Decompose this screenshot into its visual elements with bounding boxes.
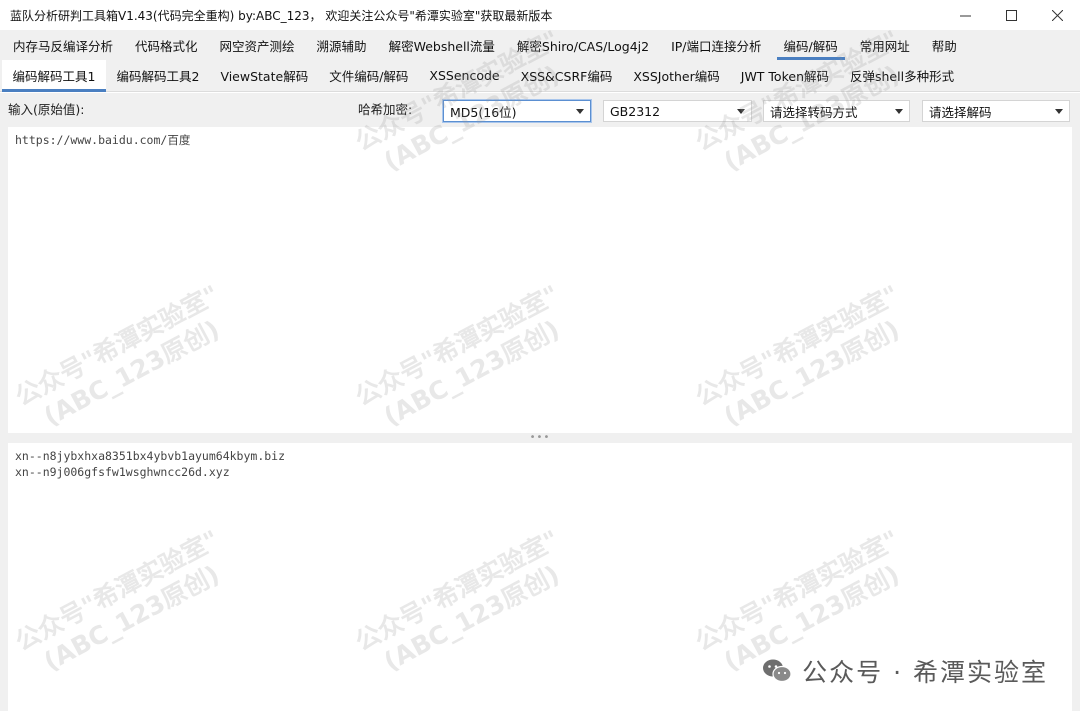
options-bar: 输入(原始值): 哈希加密: MD5(16位) GB2312 请选择转码方式 请…	[0, 93, 1080, 127]
brand-badge: 公众号 · 希潭实验室	[762, 653, 1048, 689]
menu-traceback[interactable]: 溯源辅助	[306, 30, 378, 60]
charset-select-value: GB2312	[610, 103, 661, 119]
menu-memshell-decompile[interactable]: 内存马反编译分析	[2, 30, 124, 60]
tab-codec-tool-2[interactable]: 编码解码工具2	[106, 60, 210, 91]
brand-text: 公众号 · 希潭实验室	[802, 658, 1048, 687]
menu-code-format[interactable]: 代码格式化	[124, 30, 209, 60]
wechat-icon	[763, 659, 792, 683]
tab-viewstate[interactable]: ViewState解码	[210, 60, 319, 91]
frame-left	[0, 127, 8, 711]
tab-reverse-shell[interactable]: 反弹shell多种形式	[840, 60, 965, 91]
input-text: https://www.baidu.com/百度	[15, 133, 191, 147]
hash-select-value: MD5(16位)	[450, 104, 517, 120]
tab-xssjother[interactable]: XSSJother编码	[623, 60, 730, 91]
tab-xssencode[interactable]: XSSencode	[419, 60, 510, 91]
output-line: xn--n8jybxhxa8351bx4ybvb1ayum64kbym.biz	[15, 449, 286, 463]
window-title: 蓝队分析研判工具箱V1.43(代码完全重构) by:ABC_123， 欢迎关注公…	[10, 8, 553, 23]
close-icon	[1051, 9, 1063, 21]
decode-select[interactable]: 请选择解码	[922, 100, 1070, 122]
main-menu: 内存马反编译分析 代码格式化 网空资产测绘 溯源辅助 解密Webshell流量 …	[0, 30, 1080, 60]
tab-codec-tool-1[interactable]: 编码解码工具1	[2, 60, 106, 92]
menu-encode-decode[interactable]: 编码/解码	[773, 30, 849, 60]
tab-jwt-decode[interactable]: JWT Token解码	[730, 60, 839, 91]
tool-tabs: 编码解码工具1 编码解码工具2 ViewState解码 文件编码/解码 XSSe…	[0, 60, 1080, 92]
pane-splitter[interactable]: •••	[0, 433, 1080, 443]
charset-select[interactable]: GB2312	[603, 100, 752, 122]
tab-file-codec[interactable]: 文件编码/解码	[319, 60, 419, 91]
chevron-down-icon	[737, 109, 745, 114]
maximize-button[interactable]	[988, 0, 1034, 30]
menu-ip-port-analysis[interactable]: IP/端口连接分析	[660, 30, 772, 60]
maximize-icon	[1005, 9, 1017, 21]
tab-xss-csrf[interactable]: XSS&CSRF编码	[510, 60, 623, 91]
output-line: xn--n9j006gfsfw1wsghwncc26d.xyz	[15, 465, 230, 479]
chevron-down-icon	[1055, 109, 1063, 114]
input-textarea[interactable]: https://www.baidu.com/百度	[8, 127, 1072, 433]
menu-webshell-decrypt[interactable]: 解密Webshell流量	[378, 30, 506, 60]
title-bar: 蓝队分析研判工具箱V1.43(代码完全重构) by:ABC_123， 欢迎关注公…	[0, 0, 1080, 30]
close-button[interactable]	[1034, 0, 1080, 30]
minimize-icon	[959, 15, 971, 16]
menu-common-urls[interactable]: 常用网址	[849, 30, 921, 60]
transcode-select[interactable]: 请选择转码方式	[763, 100, 910, 122]
menu-asset-mapping[interactable]: 网空资产测绘	[209, 30, 306, 60]
splitter-grip-icon: •••	[529, 432, 551, 443]
input-label: 输入(原始值):	[8, 102, 85, 117]
chevron-down-icon	[895, 109, 903, 114]
hash-label: 哈希加密:	[358, 102, 413, 117]
chevron-down-icon	[576, 109, 584, 114]
menu-shiro-decrypt[interactable]: 解密Shiro/CAS/Log4j2	[506, 30, 660, 60]
frame-right	[1072, 127, 1080, 711]
decode-select-value: 请选择解码	[929, 104, 992, 120]
transcode-select-value: 请选择转码方式	[770, 104, 858, 120]
hash-select[interactable]: MD5(16位)	[443, 100, 591, 122]
menu-help[interactable]: 帮助	[921, 30, 968, 60]
window-controls	[942, 0, 1080, 30]
minimize-button[interactable]	[942, 0, 988, 30]
